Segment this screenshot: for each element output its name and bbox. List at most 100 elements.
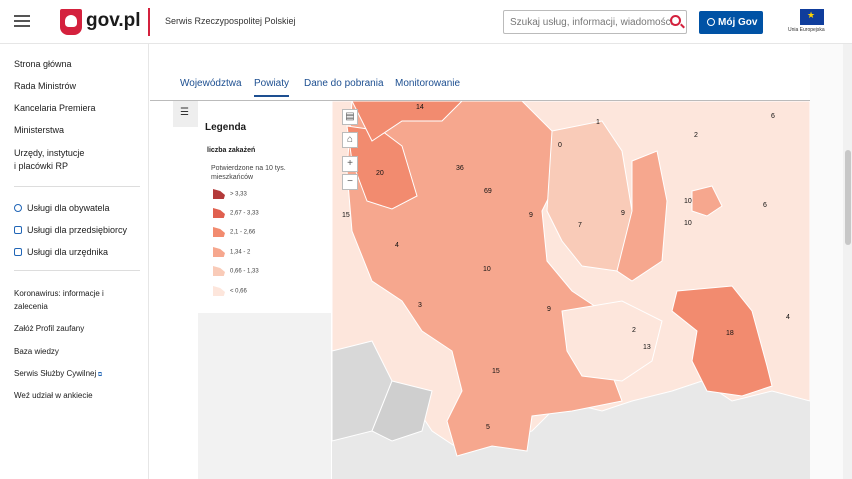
sidebar-item-business[interactable]: Usługi dla przedsiębiorcy	[14, 224, 127, 236]
user-icon	[707, 18, 715, 26]
sidebar-item-chancellery[interactable]: Kancelaria Premiera	[14, 102, 96, 114]
moj-gov-label: Mój Gov	[718, 17, 758, 28]
sidebar-link-knowledge[interactable]: Baza wiedzy	[14, 346, 59, 358]
map-county-label: 4	[786, 314, 790, 321]
map-county-label: 9	[547, 306, 551, 313]
basemap-button[interactable]: ▤	[342, 109, 358, 125]
search-input[interactable]: Szukaj usług, informacji, wiadomości	[503, 10, 687, 34]
tab-downloads[interactable]: Dane do pobrania	[304, 78, 384, 89]
sidebar-item-label: Usługi dla urzędnika	[27, 247, 109, 257]
legend-toggle-button[interactable]	[173, 101, 198, 127]
top-bar: gov.pl Serwis Rzeczypospolitej Polskiej …	[0, 0, 852, 44]
map-county-label: 0	[558, 142, 562, 149]
legend-swatch	[213, 247, 225, 257]
county-map[interactable]: 14 1 6 2 0 20 36 69 15 9 7 9 10 10 6 4 1…	[332, 101, 810, 479]
tab-voivodeships[interactable]: Województwa	[180, 78, 242, 89]
service-name: Serwis Rzeczypospolitej Polskiej	[165, 16, 296, 26]
map-county-label: 9	[621, 210, 625, 217]
home-extent-button[interactable]: ⌂	[342, 132, 358, 148]
header-divider	[148, 8, 150, 36]
legend-row: > 3,33	[213, 189, 247, 201]
legend-range: 2,67 - 3,33	[230, 210, 259, 217]
briefcase-icon	[14, 226, 22, 234]
legend-row: 2,1 - 2,66	[213, 227, 255, 239]
sidebar-item-ministries[interactable]: Ministerstwa	[14, 124, 64, 136]
laptop-icon	[14, 248, 22, 256]
zoom-in-button[interactable]: +	[342, 156, 358, 172]
legend-range: 2,1 - 2,66	[230, 229, 256, 236]
map-county-label: 9	[529, 212, 533, 219]
legend-swatch	[213, 189, 225, 199]
legend-swatch	[213, 286, 225, 296]
search-icon[interactable]	[670, 15, 681, 26]
map-county-label: 18	[726, 330, 734, 337]
eu-flag-icon	[800, 9, 824, 25]
legend-title: Legenda	[205, 122, 247, 133]
map-county-label: 10	[483, 266, 491, 273]
county-map-svg[interactable]: 14 1 6 2 0 20 36 69 15 9 7 9 10 10 6 4 1…	[332, 101, 810, 479]
eu-label: Unia Europejska	[788, 27, 825, 33]
map-county-label: 6	[763, 202, 767, 209]
sidebar-item-offices-line2[interactable]: i placówki RP	[14, 160, 68, 172]
sidebar-link-survey[interactable]: Weź udział w ankiecie	[14, 390, 93, 402]
legend-row: 0,66 - 1,33	[213, 266, 259, 278]
map-county-label: 69	[484, 188, 492, 195]
map-county-label: 3	[418, 302, 422, 309]
sidebar-link-trusted-profile[interactable]: Załóż Profil zaufany	[14, 323, 84, 335]
map-county-label: 1	[596, 119, 600, 126]
person-icon	[14, 204, 22, 212]
map-county-label: 13	[643, 344, 651, 351]
legend-description: Potwierdzone na 10 tys. mieszkańców	[211, 164, 321, 182]
legend-swatch	[213, 266, 225, 276]
sidebar: Strona główna Rada Ministrów Kancelaria …	[0, 44, 149, 479]
sidebar-item-label: Usługi dla obywatela	[27, 203, 110, 213]
page-scrollbar[interactable]	[843, 44, 852, 479]
external-link-icon: ⧉	[96, 372, 103, 378]
main-content: Województwa Powiaty Dane do pobrania Mon…	[150, 44, 810, 479]
map-county-label: 14	[416, 104, 424, 111]
sidebar-item-council[interactable]: Rada Ministrów	[14, 80, 76, 92]
tab-counties[interactable]: Powiaty	[254, 78, 290, 97]
legend-panel: Legenda liczba zakażeń Potwierdzone na 1…	[198, 101, 331, 313]
map-county-label: 36	[456, 165, 464, 172]
sidebar-item-citizen[interactable]: Usługi dla obywatela	[14, 202, 110, 214]
sidebar-link-covid[interactable]: Koronawirus: informacje i	[14, 288, 104, 300]
legend-desc-line: Potwierdzone na 10 tys.	[211, 165, 286, 172]
page-margin	[810, 44, 843, 479]
legend-range: 0,66 - 1,33	[230, 268, 259, 275]
moj-gov-button[interactable]: Mój Gov	[699, 11, 763, 34]
legend-row: < 0,66	[213, 286, 247, 298]
legend-subtitle: liczba zakażeń	[207, 147, 256, 154]
legend-swatch	[213, 208, 225, 218]
coat-of-arms-logo[interactable]	[60, 9, 82, 35]
brand-name[interactable]: gov.pl	[86, 10, 141, 32]
sidebar-link-covid-line2[interactable]: zalecenia	[14, 301, 48, 313]
sidebar-item-label: Usługi dla przedsiębiorcy	[27, 225, 128, 235]
map-county-label: 10	[684, 198, 692, 205]
sidebar-item-official[interactable]: Usługi dla urzędnika	[14, 246, 108, 258]
map-county-label: 4	[395, 242, 399, 249]
legend-row: 2,67 - 3,33	[213, 208, 259, 220]
map-county-label: 15	[342, 212, 350, 219]
sidebar-item-home[interactable]: Strona główna	[14, 58, 72, 70]
map-county-label: 7	[578, 222, 582, 229]
map-county-label: 6	[771, 113, 775, 120]
legend-range: > 3,33	[230, 191, 247, 198]
map-county-label: 2	[694, 132, 698, 139]
map-county-label: 2	[632, 327, 636, 334]
legend-range: < 0,66	[230, 288, 247, 295]
sidebar-link-label: Serwis Służby Cywilnej	[14, 369, 97, 378]
legend-desc-line: mieszkańców	[211, 174, 254, 181]
sidebar-divider	[14, 270, 140, 271]
legend-range: 1,34 - 2	[230, 249, 251, 256]
map-county-label: 15	[492, 368, 500, 375]
sidebar-link-civil-service[interactable]: Serwis Służby Cywilnej ⧉	[14, 368, 102, 381]
menu-icon[interactable]	[14, 15, 30, 27]
sidebar-item-offices[interactable]: Urzędy, instytucje	[14, 147, 84, 159]
map-county-label: 20	[376, 170, 384, 177]
scrollbar-thumb[interactable]	[845, 150, 851, 245]
zoom-out-button[interactable]: −	[342, 174, 358, 190]
map-county-label: 10	[684, 220, 692, 227]
tab-monitoring[interactable]: Monitorowanie	[395, 78, 460, 89]
legend-panel-footer	[198, 313, 331, 479]
